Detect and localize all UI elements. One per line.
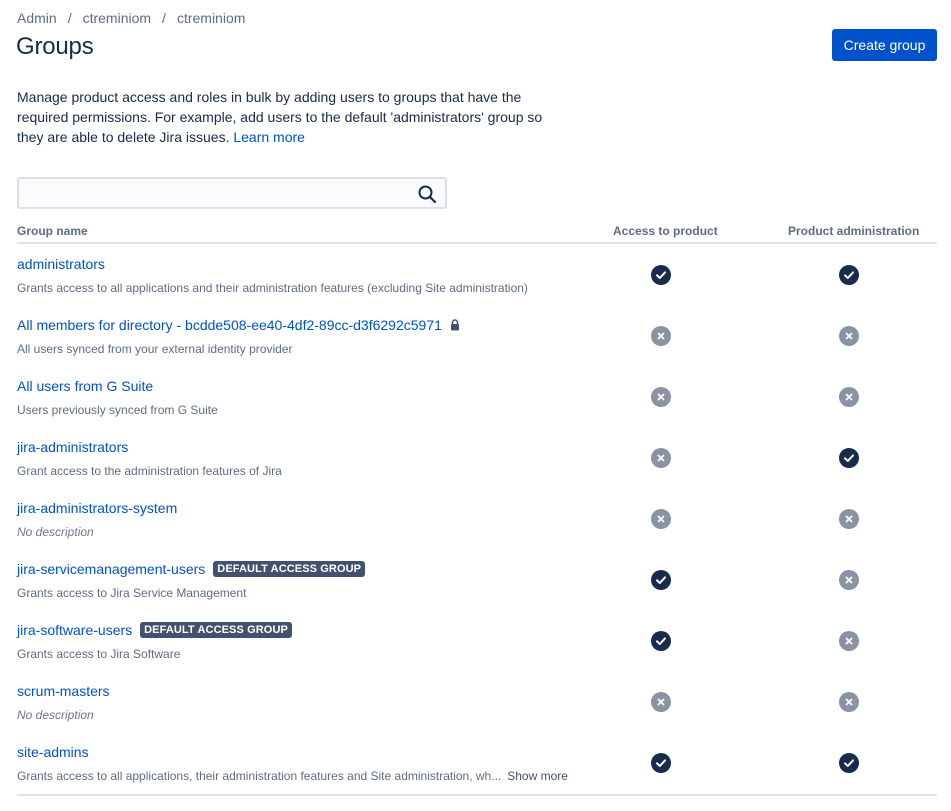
search-input[interactable] <box>19 179 445 207</box>
group-name-link[interactable]: site-admins <box>17 744 89 760</box>
group-name-line: scrum-masters <box>17 683 110 699</box>
group-name-line: jira-servicemanagement-users DEFAULT ACCE… <box>17 561 366 577</box>
check-circle-icon <box>839 448 859 468</box>
group-name-link[interactable]: jira-administrators <box>17 439 128 455</box>
group-description: Grant access to the administration featu… <box>17 464 282 478</box>
cross-circle-icon <box>651 326 671 346</box>
table-row: administrators Grants access to all appli… <box>17 244 937 305</box>
table-row: jira-administrators Grant access to the a… <box>17 427 937 488</box>
group-description: No description <box>17 525 94 539</box>
column-header-admin: Product administration <box>788 224 920 238</box>
group-description-text: Grant access to the administration featu… <box>17 464 282 478</box>
default-access-badge: DEFAULT ACCESS GROUP <box>140 622 292 638</box>
group-description-text: Grants access to Jira Software <box>17 647 181 661</box>
intro-text: Manage product access and roles in bulk … <box>17 87 547 147</box>
breadcrumb: Admin / ctreminiom / ctreminiom <box>17 10 245 26</box>
groups-table: Group name Access to product Product adm… <box>17 222 937 796</box>
create-group-button[interactable]: Create group <box>832 29 937 61</box>
groups-page: Admin / ctreminiom / ctreminiom Groups C… <box>0 0 951 811</box>
group-description: Grants access to all applications and th… <box>17 281 528 295</box>
check-circle-icon <box>651 570 671 590</box>
column-header-group-name[interactable]: Group name <box>17 224 88 238</box>
group-name-link[interactable]: scrum-masters <box>17 683 110 699</box>
group-name-link[interactable]: jira-servicemanagement-users <box>17 561 205 577</box>
group-description: All users synced from your external iden… <box>17 342 292 356</box>
group-name-line: administrators <box>17 256 105 272</box>
group-description: No description <box>17 708 94 722</box>
group-description-text: Users previously synced from G Suite <box>17 403 218 417</box>
group-name-link[interactable]: All users from G Suite <box>17 378 153 394</box>
check-circle-icon <box>651 631 671 651</box>
breadcrumb-separator: / <box>162 10 166 26</box>
group-name-line: jira-software-users DEFAULT ACCESS GROUP <box>17 622 292 638</box>
group-description: Users previously synced from G Suite <box>17 403 218 417</box>
page-title: Groups <box>16 33 94 60</box>
table-row: jira-servicemanagement-users DEFAULT ACCE… <box>17 549 937 610</box>
table-row: jira-administrators-system No description <box>17 488 937 549</box>
cross-circle-icon <box>839 509 859 529</box>
table-row: scrum-masters No description <box>17 671 937 732</box>
lock-icon <box>450 319 459 331</box>
group-description: Grants access to all applications, their… <box>17 769 568 783</box>
check-circle-icon <box>839 753 859 773</box>
group-description-text: No description <box>17 708 94 722</box>
check-circle-icon <box>839 265 859 285</box>
default-access-badge: DEFAULT ACCESS GROUP <box>213 561 366 577</box>
cross-circle-icon <box>839 692 859 712</box>
breadcrumb-product[interactable]: ctreminiom <box>177 10 245 26</box>
group-description-text: Grants access to all applications and th… <box>17 281 528 295</box>
group-name-line: All users from G Suite <box>17 378 153 394</box>
cross-circle-icon <box>651 387 671 407</box>
cross-circle-icon <box>651 692 671 712</box>
check-circle-icon <box>651 753 671 773</box>
cross-circle-icon <box>651 509 671 529</box>
group-description: Grants access to Jira Software <box>17 647 180 661</box>
breadcrumb-separator: / <box>67 10 72 26</box>
group-name-line: jira-administrators <box>17 439 128 455</box>
table-row: jira-software-users DEFAULT ACCESS GROUP G… <box>17 610 937 671</box>
table-header: Group name Access to product Product adm… <box>17 222 937 244</box>
column-header-access: Access to product <box>613 224 718 238</box>
breadcrumb-admin[interactable]: Admin <box>17 10 57 26</box>
table-body: administrators Grants access to all appli… <box>17 244 937 796</box>
group-description: Grants access to Jira Service Management <box>17 586 246 600</box>
group-description-text: Grants access to Jira Service Management <box>17 586 247 600</box>
group-name-link[interactable]: jira-administrators-system <box>17 500 177 516</box>
group-description-text: All users synced from your external iden… <box>17 342 293 356</box>
cross-circle-icon <box>839 387 859 407</box>
group-description-text: No description <box>17 525 94 539</box>
cross-circle-icon <box>651 448 671 468</box>
check-circle-icon <box>651 265 671 285</box>
group-name-line: jira-administrators-system <box>17 500 177 516</box>
search-icon[interactable] <box>417 184 437 204</box>
table-row: site-admins Grants access to all applicat… <box>17 732 937 796</box>
group-name-link[interactable]: administrators <box>17 256 105 272</box>
cross-circle-icon <box>839 326 859 346</box>
breadcrumb-site[interactable]: ctreminiom <box>83 10 151 26</box>
group-name-link[interactable]: All members for directory - bcdde508-ee4… <box>17 317 442 333</box>
group-name-line: All members for directory - bcdde508-ee4… <box>17 317 460 333</box>
group-description-text: Grants access to all applications, their… <box>17 769 502 783</box>
table-row: All users from G Suite Users previously s… <box>17 366 937 427</box>
table-row: All members for directory - bcdde508-ee4… <box>17 305 937 366</box>
group-name-line: site-admins <box>17 744 89 760</box>
show-more-link[interactable]: Show more <box>507 769 568 783</box>
cross-circle-icon <box>839 631 859 651</box>
group-name-link[interactable]: jira-software-users <box>17 622 132 638</box>
learn-more-link[interactable]: Learn more <box>233 129 305 145</box>
search-field <box>17 177 447 209</box>
cross-circle-icon <box>839 570 859 590</box>
